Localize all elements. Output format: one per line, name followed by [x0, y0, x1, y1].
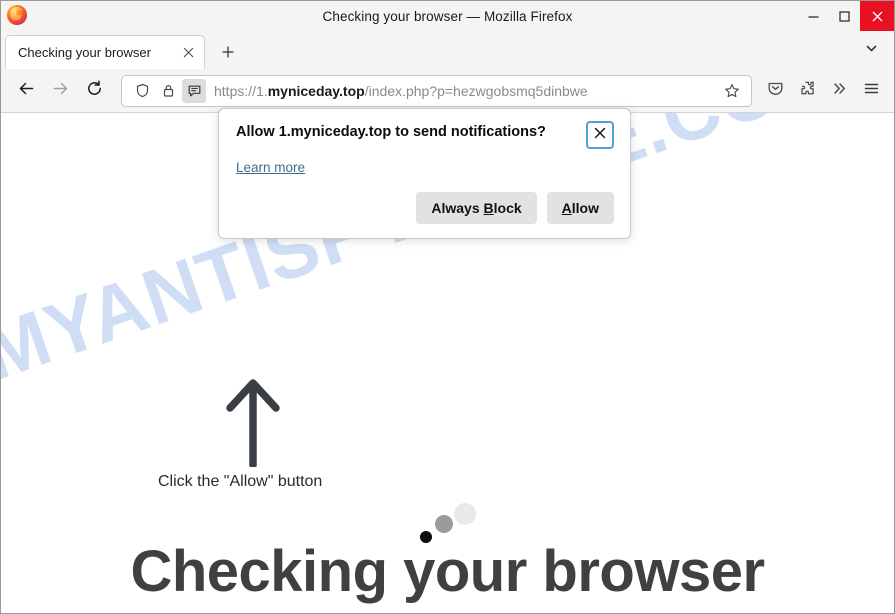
- window-titlebar: Checking your browser — Mozilla Firefox: [1, 1, 894, 31]
- url-domain: myniceday.top: [267, 82, 365, 99]
- up-arrow-icon: [224, 375, 282, 469]
- new-tab-button[interactable]: [213, 37, 243, 67]
- pocket-icon: [767, 80, 784, 102]
- forward-arrow-icon: [52, 80, 69, 102]
- notification-permission-panel: Allow 1.myniceday.top to send notificati…: [218, 108, 631, 239]
- application-menu-button[interactable]: [856, 76, 886, 106]
- always-block-post: lock: [493, 200, 522, 216]
- window-title: Checking your browser — Mozilla Firefox: [322, 8, 573, 24]
- close-icon: [594, 126, 606, 144]
- always-block-accesskey: B: [483, 200, 494, 216]
- notification-panel-title: Allow 1.myniceday.top to send notificati…: [236, 124, 546, 140]
- back-button[interactable]: [9, 74, 43, 108]
- puzzle-piece-icon: [799, 80, 816, 102]
- firefox-browser-window: Checking your browser — Mozilla Firefox …: [0, 0, 895, 614]
- allow-accesskey: A: [561, 200, 572, 216]
- tab-close-icon[interactable]: [178, 43, 198, 63]
- allow-hint-text: Click the "Allow" button: [158, 473, 323, 490]
- minimize-button[interactable]: [798, 1, 829, 31]
- bookmark-star-icon[interactable]: [719, 78, 745, 104]
- double-chevron-icon: [831, 80, 848, 102]
- hamburger-menu-icon: [863, 80, 880, 102]
- navigation-toolbar: https://1.myniceday.top/index.php?p=hezw…: [1, 69, 894, 113]
- url-path: /index.php?p=hezwgobsmq5dinbwe: [364, 82, 588, 99]
- toolbar-right-actions: [760, 76, 886, 106]
- always-block-pre: Always: [431, 200, 484, 216]
- address-bar[interactable]: https://1.myniceday.top/index.php?p=hezw…: [121, 74, 752, 107]
- firefox-logo-icon: [6, 4, 28, 26]
- notification-permission-icon[interactable]: [182, 78, 206, 103]
- tab-checking-your-browser[interactable]: Checking your browser: [5, 35, 205, 69]
- pocket-button[interactable]: [760, 76, 790, 106]
- overflow-menu-button[interactable]: [824, 76, 854, 106]
- chevron-down-icon: [865, 42, 878, 60]
- maximize-button[interactable]: [829, 1, 860, 31]
- allow-button[interactable]: Allow: [546, 192, 614, 224]
- close-window-button[interactable]: [860, 1, 894, 31]
- url-text[interactable]: https://1.myniceday.top/index.php?p=hezw…: [214, 83, 719, 99]
- tab-title: Checking your browser: [18, 45, 151, 60]
- tab-bar: Checking your browser: [1, 31, 894, 69]
- notification-panel-header: Allow 1.myniceday.top to send notificati…: [236, 121, 614, 149]
- reload-button[interactable]: [77, 74, 111, 108]
- allow-post: llow: [571, 200, 599, 216]
- list-all-tabs-button[interactable]: [856, 36, 886, 66]
- page-headline: Checking your browser: [130, 539, 765, 604]
- spinner-dot-2: [435, 515, 453, 533]
- extensions-button[interactable]: [792, 76, 822, 106]
- close-panel-button[interactable]: [586, 121, 614, 149]
- shield-icon[interactable]: [130, 79, 154, 103]
- url-scheme: https://1.: [214, 82, 268, 99]
- lock-icon[interactable]: [156, 79, 180, 103]
- spinner-dot-3: [454, 503, 476, 525]
- notification-panel-actions: Always Block Allow: [236, 192, 614, 224]
- identity-box: [130, 78, 206, 103]
- window-controls: [798, 1, 894, 31]
- forward-button[interactable]: [43, 74, 77, 108]
- always-block-button[interactable]: Always Block: [416, 192, 537, 224]
- learn-more-link[interactable]: Learn more: [236, 160, 305, 175]
- back-arrow-icon: [18, 80, 35, 102]
- reload-icon: [86, 79, 103, 102]
